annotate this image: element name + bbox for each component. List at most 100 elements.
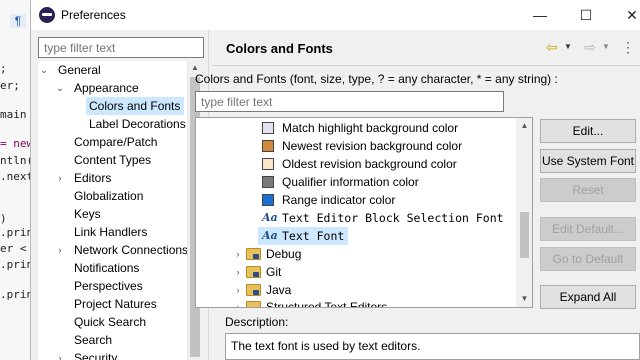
code-line: = new — [0, 137, 34, 150]
tree-item-label: Compare/Patch — [74, 135, 158, 149]
tree-item-notifications[interactable]: Notifications — [74, 259, 139, 277]
scrollbar-thumb[interactable] — [520, 212, 529, 258]
tree-item-content-types[interactable]: Content Types — [74, 151, 151, 169]
item-label: Java — [266, 283, 292, 297]
item-label: Structured Text Editors — [266, 300, 388, 308]
color-swatch — [262, 194, 274, 206]
minimize-button[interactable]: — — [517, 0, 563, 30]
window-title: Preferences — [61, 8, 126, 22]
expand-icon[interactable]: › — [232, 281, 244, 299]
tree-item-label: Notifications — [74, 261, 140, 275]
folder-icon — [246, 266, 261, 278]
back-history-menu-icon[interactable]: ▼ — [563, 39, 573, 55]
code-line: er < — [0, 242, 27, 255]
collapse-icon[interactable]: ⌄ — [54, 79, 66, 97]
tree-item-colors-and-fonts[interactable]: Colors and Fonts — [86, 97, 184, 115]
tree-item-keys[interactable]: Keys — [74, 205, 101, 223]
view-menu-icon[interactable]: ⋮ — [621, 39, 635, 55]
scroll-up-icon[interactable]: ▲ — [516, 118, 532, 134]
color-swatch — [262, 158, 274, 170]
expand-icon[interactable]: › — [232, 298, 244, 307]
colors-fonts-tree: Match highlight background color Newest … — [195, 117, 533, 308]
title-bar[interactable]: Preferences — ☐ ✕ — [31, 0, 640, 30]
category-git[interactable]: › Git — [196, 263, 516, 281]
item-label: Debug — [266, 247, 302, 261]
category-structured-text-editors[interactable]: › Structured Text Editors — [196, 298, 516, 308]
preference-tree: ⌄ General ⌄ Appearance Colors and Fonts … — [38, 61, 201, 360]
item-label: Newest revision background color — [282, 139, 463, 153]
expand-icon[interactable]: › — [54, 241, 66, 259]
category-java[interactable]: › Java — [196, 281, 516, 299]
expand-all-button[interactable]: Expand All — [540, 285, 636, 309]
folder-icon — [246, 248, 261, 260]
color-swatch — [262, 176, 274, 188]
close-button[interactable]: ✕ — [609, 0, 640, 30]
reset-button[interactable]: Reset — [540, 178, 636, 202]
tree-item-search[interactable]: Search — [74, 331, 112, 349]
page-title: Colors and Fonts — [226, 41, 333, 56]
item-label: Range indicator color — [282, 193, 396, 207]
tree-item-label: General — [58, 63, 101, 77]
show-whitespace-icon[interactable]: ¶ — [10, 14, 26, 28]
code-line: er; — [0, 79, 20, 92]
forward-arrow-icon[interactable]: ⇨ — [581, 39, 599, 55]
background-editor: ¶ ; er; main = new ntln( .next ) .prin e… — [0, 0, 34, 360]
item-label: Text Editor Block Selection Font — [282, 211, 504, 225]
color-swatch — [262, 140, 274, 152]
tree-item-globalization[interactable]: Globalization — [74, 187, 143, 205]
colors-fonts-filter-input[interactable] — [195, 91, 504, 112]
collapse-icon[interactable]: ⌄ — [38, 61, 50, 79]
go-to-default-button[interactable]: Go to Default — [540, 247, 636, 271]
code-line: ) — [0, 212, 7, 225]
expand-icon[interactable]: › — [232, 245, 244, 263]
tree-item-label: Network Connections — [74, 243, 189, 257]
tree-item-label: Search — [74, 333, 113, 347]
font-item[interactable]: Aa Text Editor Block Selection Font — [196, 209, 516, 227]
tree-item-quick-search[interactable]: Quick Search — [74, 313, 146, 331]
expand-icon[interactable]: › — [232, 263, 244, 281]
tree-item-label: Link Handlers — [74, 225, 148, 239]
tree-item-label: Colors and Fonts — [89, 99, 181, 113]
item-label: Match highlight background color — [282, 121, 459, 135]
item-label: Qualifier information color — [282, 175, 419, 189]
color-item[interactable]: Match highlight background color — [196, 119, 516, 137]
expand-icon[interactable]: › — [54, 349, 66, 360]
tree-item-project-natures[interactable]: Project Natures — [74, 295, 157, 313]
use-system-font-button[interactable]: Use System Font — [540, 149, 636, 173]
font-icon: Aa — [262, 211, 278, 224]
tree-item-label: Security — [74, 351, 118, 360]
color-item[interactable]: Oldest revision background color — [196, 155, 516, 173]
color-item[interactable]: Qualifier information color — [196, 173, 516, 191]
tree-item-compare-patch[interactable]: Compare/Patch — [74, 133, 157, 151]
maximize-button[interactable]: ☐ — [563, 0, 609, 30]
tree-item-label: Content Types — [74, 153, 152, 167]
category-debug[interactable]: › Debug — [196, 245, 516, 263]
code-line: ; — [0, 62, 7, 75]
code-line: ntln( — [0, 154, 34, 167]
description-text: The text font is used by text editors. — [225, 333, 640, 360]
code-line: .next — [0, 170, 34, 183]
tree-item-link-handlers[interactable]: Link Handlers — [74, 223, 147, 241]
edit-button[interactable]: Edit... — [540, 119, 636, 143]
preference-filter-input[interactable] — [38, 37, 204, 58]
color-item[interactable]: Range indicator color — [196, 191, 516, 209]
edit-default-button[interactable]: Edit Default... — [540, 217, 636, 241]
code-line: .prin — [0, 258, 34, 271]
forward-history-menu-icon[interactable]: ▼ — [601, 39, 611, 55]
colors-fonts-scrollbar[interactable]: ▲ ▼ — [516, 118, 532, 307]
expand-icon[interactable]: › — [54, 169, 66, 187]
description-label: Description: — [225, 315, 289, 329]
tree-item-label-decorations[interactable]: Label Decorations — [89, 115, 186, 133]
tree-item-label: Appearance — [74, 81, 139, 95]
tree-item-perspectives[interactable]: Perspectives — [74, 277, 143, 295]
item-label: Text Font — [282, 229, 345, 243]
color-item[interactable]: Newest revision background color — [196, 137, 516, 155]
code-line: main — [0, 108, 27, 121]
tree-item-label: Perspectives — [74, 279, 143, 293]
code-line: .prin — [0, 226, 34, 239]
tree-item-label: Editors — [74, 171, 112, 185]
code-line: .prin — [0, 288, 34, 301]
back-arrow-icon[interactable]: ⇦ — [543, 39, 561, 55]
font-item-selected[interactable]: Aa Text Font — [258, 227, 348, 245]
scroll-down-icon[interactable]: ▼ — [516, 291, 532, 307]
